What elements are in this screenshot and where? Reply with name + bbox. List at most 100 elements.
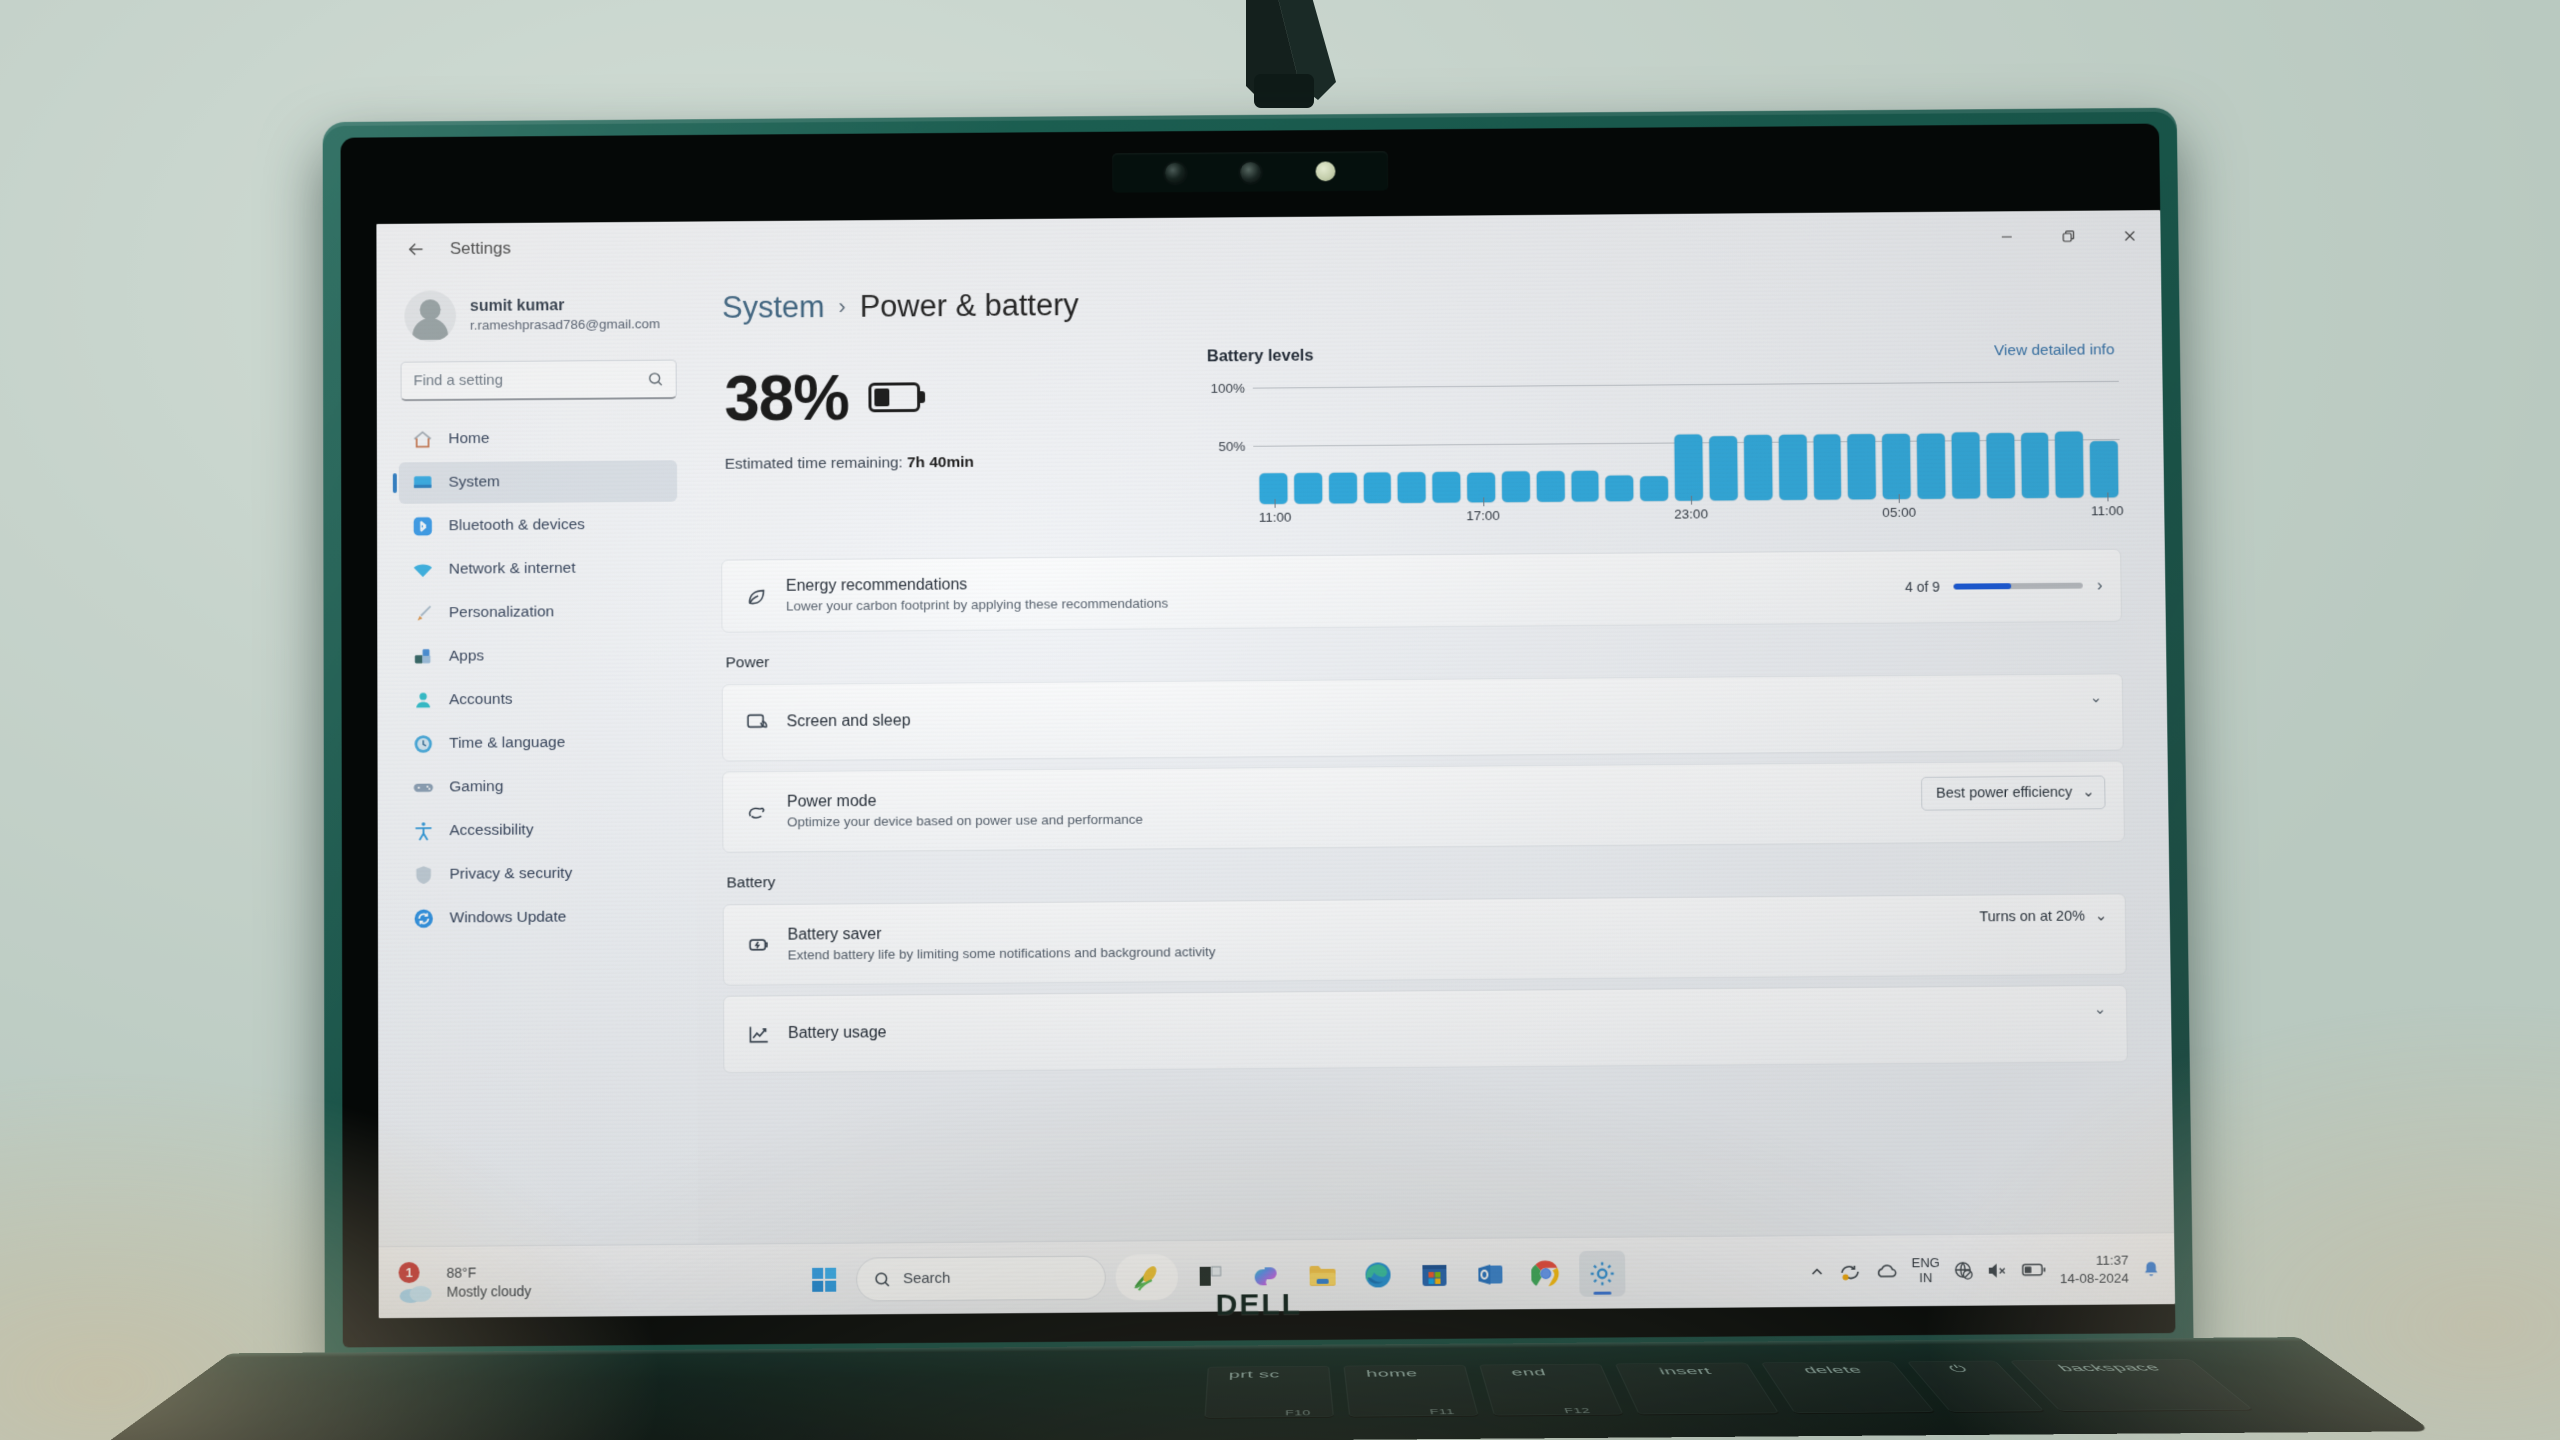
sidebar-item-personalization[interactable]: Personalization xyxy=(399,591,678,635)
user-profile[interactable]: sumit kumar r.rameshprasad786@gmail.com xyxy=(398,279,680,360)
close-icon xyxy=(2122,228,2138,244)
bluetooth-icon xyxy=(411,514,435,538)
language-indicator[interactable]: ENG IN xyxy=(1911,1255,1939,1286)
accessibility-icon xyxy=(412,819,436,843)
webcam-module xyxy=(1112,151,1389,193)
taskbar-center: Search xyxy=(626,1249,1801,1304)
energy-recommendations-card[interactable]: Energy recommendations Lower your carbon… xyxy=(721,548,2123,633)
minimize-button[interactable] xyxy=(1976,211,2038,263)
battery-tray-icon[interactable] xyxy=(2022,1262,2047,1277)
chevron-down-icon: ⌄ xyxy=(2082,784,2095,801)
minimize-icon xyxy=(1999,229,2015,245)
power-mode-dropdown[interactable]: Best power efficiency ⌄ xyxy=(1921,775,2106,811)
battery-usage-card[interactable]: Battery usage ⌄ xyxy=(723,984,2128,1074)
battery-fill xyxy=(874,388,890,407)
weather-condition: Mostly cloudy xyxy=(446,1282,532,1300)
chevron-down-icon[interactable]: ⌄ xyxy=(2089,688,2103,706)
start-button[interactable] xyxy=(802,1257,846,1301)
avatar xyxy=(404,290,457,342)
restore-button[interactable] xyxy=(2037,211,2099,263)
volume-muted-icon[interactable] xyxy=(1987,1261,2009,1279)
battery-saver-icon xyxy=(742,932,776,958)
onedrive-icon[interactable] xyxy=(1875,1262,1899,1280)
battery-saver-card[interactable]: Battery saver Extend battery life by lim… xyxy=(722,893,2127,986)
chart-x-tick-label: 23:00 xyxy=(1674,506,1709,522)
chrome-icon[interactable] xyxy=(1523,1251,1569,1297)
chart-bar xyxy=(1571,471,1600,502)
settings-icon[interactable] xyxy=(1578,1250,1626,1297)
sidebar-item-system[interactable]: System xyxy=(398,460,678,504)
update-icon xyxy=(412,907,436,931)
taskbar-search[interactable]: Search xyxy=(855,1255,1106,1301)
window-controls xyxy=(1976,210,2161,263)
chevron-down-icon[interactable]: ⌄ xyxy=(2094,1000,2107,1018)
view-detailed-info-link[interactable]: View detailed info xyxy=(1994,341,2115,360)
weather-temperature: 88°F xyxy=(446,1264,477,1281)
sidebar-item-privacy-security[interactable]: Privacy & security xyxy=(400,852,679,896)
sidebar-item-accessibility[interactable]: Accessibility xyxy=(400,808,679,852)
sidebar-item-bluetooth-devices[interactable]: Bluetooth & devices xyxy=(399,504,677,548)
clock[interactable]: 11:37 14-08-2024 xyxy=(2059,1252,2129,1288)
sidebar-item-network-internet[interactable]: Network & internet xyxy=(399,547,678,591)
sidebar-label: Network & internet xyxy=(448,559,576,578)
chart-bar xyxy=(1397,472,1426,503)
region-code: IN xyxy=(1919,1269,1933,1285)
network-blocked-icon[interactable] xyxy=(1953,1260,1974,1281)
file-explorer-icon[interactable] xyxy=(1299,1252,1345,1298)
page-title: Power & battery xyxy=(859,287,1079,324)
notification-badge: 1 xyxy=(398,1261,420,1283)
webcam-lens-icon xyxy=(1240,161,1262,183)
battery-saver-control[interactable]: Turns on at 20% ⌄ xyxy=(1979,908,2107,925)
weather-widget[interactable]: 1 88°F Mostly cloudy xyxy=(397,1261,627,1303)
sidebar-item-time-language[interactable]: Time & language xyxy=(399,721,678,765)
profile-name: sumit kumar xyxy=(469,297,565,316)
chart-x-tick xyxy=(1690,495,1693,505)
sidebar-item-home[interactable]: Home xyxy=(399,417,677,461)
chart-bar xyxy=(1709,436,1738,501)
tray-overflow-button[interactable] xyxy=(1809,1263,1825,1279)
chart-x-tick xyxy=(1898,494,1901,504)
chart-x-tick xyxy=(1482,497,1485,507)
sidebar: sumit kumar r.rameshprasad786@gmail.com xyxy=(376,272,699,1247)
onedrive-sync-icon[interactable] xyxy=(1838,1260,1862,1282)
cloud-icon: 1 xyxy=(397,1261,437,1303)
chart-y-tick-label: 100% xyxy=(1210,380,1245,396)
sidebar-item-gaming[interactable]: Gaming xyxy=(399,765,678,809)
recommendations-progress xyxy=(1953,582,2084,590)
back-button[interactable] xyxy=(394,231,438,267)
corn-widget-icon[interactable] xyxy=(1115,1253,1178,1300)
chevron-right-icon[interactable]: › xyxy=(2097,576,2103,596)
laptop-keyboard-base: prt sc F10 home F11 end F12 insert delete ⏻ backs… xyxy=(97,1337,2433,1440)
close-button[interactable] xyxy=(2099,210,2161,262)
settings-search[interactable] xyxy=(400,359,677,402)
sidebar-label: Personalization xyxy=(448,603,555,622)
sidebar-label: Privacy & security xyxy=(449,864,573,883)
sidebar-item-apps[interactable]: Apps xyxy=(399,634,678,678)
sidebar-label: Windows Update xyxy=(449,908,567,927)
photo-scene: Settings sumit kumar r.rameshprasad786@g… xyxy=(0,0,2560,1440)
notifications-bell-icon[interactable] xyxy=(2141,1259,2160,1279)
sidebar-item-windows-update[interactable]: Windows Update xyxy=(400,896,679,940)
settings-window: Settings sumit kumar r.rameshprasad786@g… xyxy=(376,210,2175,1247)
chart-bar xyxy=(1605,475,1634,502)
clock-icon xyxy=(411,732,435,756)
sidebar-item-accounts[interactable]: Accounts xyxy=(399,678,678,722)
edge-icon[interactable] xyxy=(1355,1252,1401,1298)
person-icon xyxy=(411,688,435,712)
battery-usage-title: Battery usage xyxy=(787,1024,887,1043)
chart-bar xyxy=(1882,433,1911,500)
battery-hero: 38% Estimated time remaining: 7h 40min B… xyxy=(720,321,2123,542)
battery-usage-icon xyxy=(742,1021,776,1047)
microsoft-store-icon[interactable] xyxy=(1411,1251,1457,1297)
power-mode-card[interactable]: Power mode Optimize your device based on… xyxy=(722,760,2125,853)
outlook-icon[interactable] xyxy=(1467,1251,1513,1297)
weather-text: 88°F Mostly cloudy xyxy=(447,1263,532,1301)
search-input[interactable] xyxy=(413,370,647,390)
breadcrumb-parent[interactable]: System xyxy=(722,289,825,325)
avatar-head xyxy=(419,299,441,321)
power-mode-control[interactable]: Best power efficiency ⌄ xyxy=(1921,775,2106,811)
gamepad-icon xyxy=(411,776,435,800)
leaf-icon xyxy=(740,583,774,609)
chart-y-tick-label: 50% xyxy=(1218,438,1246,454)
screen-and-sleep-card[interactable]: Screen and sleep ⌄ xyxy=(721,673,2124,762)
